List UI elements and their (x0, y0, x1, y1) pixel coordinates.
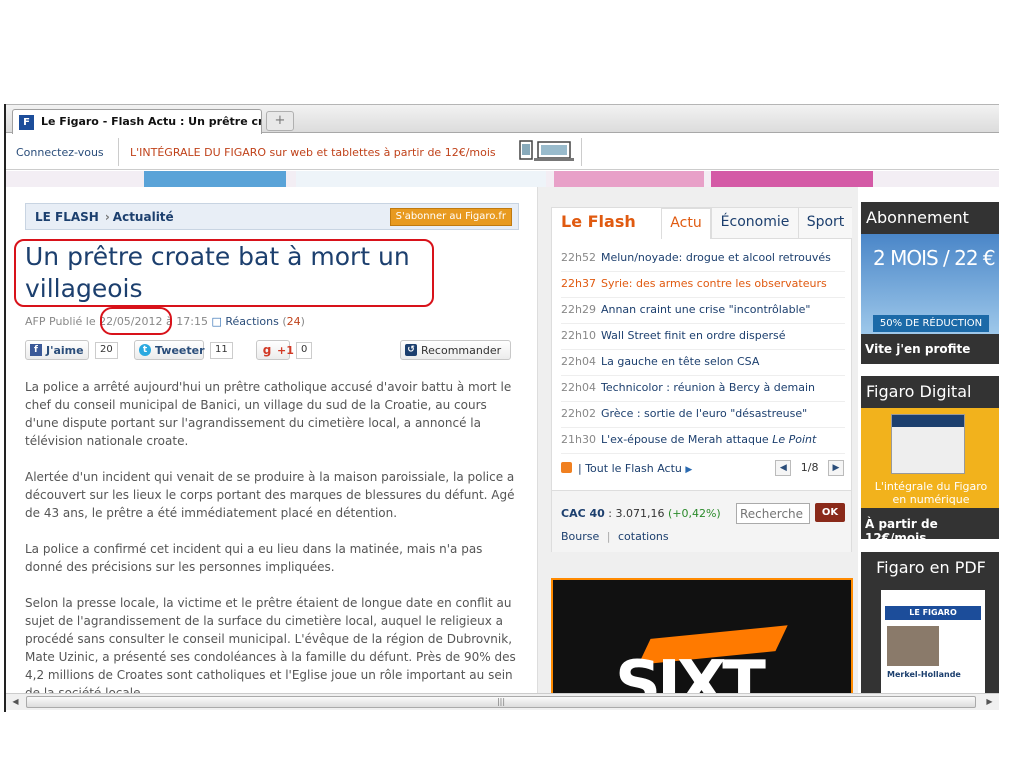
tab-title: Le Figaro - Flash Actu : Un prêtre cro..… (41, 115, 262, 128)
flash-pager: ◀ 1/8 ▶ (775, 460, 844, 476)
digital-text: L'intégrale du Figaro en numérique (874, 480, 988, 506)
connect-link[interactable]: Connectez-vous (16, 146, 104, 159)
breadcrumb-chevron-icon: › (104, 210, 110, 224)
browser-tab[interactable]: F Le Figaro - Flash Actu : Un prêtre cro… (12, 109, 262, 134)
tab-actu[interactable]: Actu (661, 208, 711, 239)
like-count: 20 (95, 342, 118, 359)
reactions-count[interactable]: 24 (287, 315, 301, 328)
article-time: à 17:15 (166, 315, 208, 328)
pdf-title: Figaro en PDF (876, 558, 986, 577)
subscribe-button[interactable]: S'abonner au Figaro.fr (389, 208, 512, 226)
list-item[interactable]: 22h04 Technicolor : réunion à Bercy à dem… (561, 376, 845, 402)
google-plus-icon: g (262, 343, 272, 357)
all-flash-link[interactable]: | Tout le Flash Actu ▶ (561, 462, 692, 475)
arrow-right-icon: ▶ (685, 465, 693, 475)
reactions-link[interactable]: Réactions (225, 315, 279, 328)
abonnement-price: 2 MOIS / 22 € (873, 246, 996, 270)
tab-economie[interactable]: Économie (711, 208, 798, 239)
tab-sport[interactable]: Sport (798, 208, 852, 239)
flash-list: 22h52 Melun/noyade: drogue et alcool retr… (561, 246, 845, 454)
next-page-button[interactable]: ▶ (828, 460, 844, 476)
scroll-right-arrow-icon[interactable]: ▶ (982, 696, 997, 708)
list-item[interactable]: 22h10 Wall Street finit en ordre dispersé (561, 324, 845, 350)
horizontal-scrollbar[interactable]: ◀ ||| ▶ (6, 693, 999, 710)
browser-window: F Le Figaro - Flash Actu : Un prêtre cro… (4, 104, 999, 712)
bourse-link[interactable]: Bourse (561, 530, 599, 543)
tweet-count: 11 (210, 342, 233, 359)
list-item[interactable]: 21h30 L'ex-épouse de Merah attaque Le Poi… (561, 428, 845, 454)
list-item[interactable]: 22h29 Annan craint une crise "incontrôlab… (561, 298, 845, 324)
breadcrumb-subsection[interactable]: Actualité (113, 210, 174, 224)
promo-link[interactable]: L'INTÉGRALE DU FIGARO sur web et tablett… (130, 146, 496, 159)
comment-icon: □ (211, 315, 222, 328)
search-ok-button[interactable]: OK (815, 503, 845, 522)
abonnement-title: Abonnement (866, 208, 969, 227)
article-paragraph: Selon la presse locale, la victime et le… (25, 596, 516, 700)
sixt-logo: SIXT (615, 648, 766, 693)
digital-cta[interactable]: À partir de 12€/mois (865, 517, 999, 545)
list-item[interactable]: 22h02 Grèce : sortie de l'euro "désastreu… (561, 402, 845, 428)
top-banner-ad[interactable] (6, 171, 999, 187)
flash-title: Le Flash (561, 212, 636, 231)
breadcrumb: LE FLASH › Actualité S'abonner au Figaro.f… (25, 203, 519, 230)
recommend-icon: ↺ (405, 344, 417, 356)
recommend-button[interactable]: ↺ Recommander (400, 340, 511, 360)
newspaper-preview: LE FIGARO Merkel-Hollande (881, 590, 985, 693)
site-toolbar: Connectez-vous L'INTÉGRALE DU FIGARO sur… (6, 134, 999, 170)
figaro-digital-widget[interactable]: Figaro Digital L'intégrale du Figaro en … (861, 376, 999, 545)
sixt-ad[interactable]: SIXT (551, 578, 853, 693)
new-tab-button[interactable]: + (266, 111, 294, 131)
page-content: LE FLASH › Actualité S'abonner au Figaro.f… (6, 187, 999, 700)
digital-title: Figaro Digital (866, 382, 972, 401)
tablet-preview-icon (891, 414, 965, 474)
cac40-quote: CAC 40 : 3.071,16 (+0,42%) (561, 507, 721, 520)
list-item[interactable]: 22h37 Syrie: des armes contre les observa… (561, 272, 845, 298)
google-plus-button[interactable]: g +1 (256, 340, 294, 360)
article-paragraph: Alertée d'un incident qui venait de se p… (25, 470, 515, 520)
article-paragraph: La police a confirmé cet incident qui a … (25, 542, 483, 574)
tab-strip: F Le Figaro - Flash Actu : Un prêtre cro… (6, 104, 999, 134)
date-highlight-ring (100, 307, 172, 335)
figaro-favicon-icon: F (19, 115, 34, 130)
subscription-widget[interactable]: Abonnement 2 MOIS / 22 € 50% DE RÉDUCTIO… (861, 202, 999, 364)
market-links: Bourse | cotations (561, 530, 669, 543)
article-body: La police a arrêté aujourd'hui un prêtre… (25, 378, 523, 712)
market-row: CAC 40 : 3.071,16 (+0,42%) OK Bourse | c… (552, 490, 851, 552)
toolbar-divider (118, 138, 119, 166)
scrollbar-thumb[interactable]: ||| (26, 696, 976, 708)
prev-page-button[interactable]: ◀ (775, 460, 792, 476)
discount-badge: 50% DE RÉDUCTION (873, 315, 989, 332)
title-highlight-ring (14, 239, 434, 307)
cotations-link[interactable]: cotations (618, 530, 669, 543)
scroll-left-arrow-icon[interactable]: ◀ (8, 696, 23, 708)
abonnement-cta[interactable]: Vite j'en profite (865, 342, 970, 356)
facebook-like-button[interactable]: f J'aime (25, 340, 89, 360)
tablets-icon[interactable] (518, 139, 574, 163)
list-item[interactable]: 22h04 La gauche en tête selon CSA (561, 350, 845, 376)
breadcrumb-section[interactable]: LE FLASH (35, 210, 99, 224)
search-input[interactable] (736, 503, 810, 524)
tweet-button[interactable]: t Tweeter (134, 340, 205, 360)
list-item[interactable]: 22h52 Melun/noyade: drogue et alcool retr… (561, 246, 845, 272)
toolbar-divider-2 (581, 138, 582, 166)
article-paragraph: La police a arrêté aujourd'hui un prêtre… (25, 380, 512, 448)
facebook-icon: f (30, 344, 42, 356)
page-indicator: 1/8 (800, 461, 819, 474)
gplus-count: 0 (296, 342, 313, 359)
twitter-bird-icon: t (139, 344, 151, 356)
flash-news-box: Le Flash Actu Économie Sport 22h52 Melun/… (551, 207, 852, 552)
figaro-pdf-widget[interactable]: Figaro en PDF LE FIGARO Merkel-Hollande (861, 552, 999, 693)
rss-icon[interactable] (561, 462, 572, 473)
